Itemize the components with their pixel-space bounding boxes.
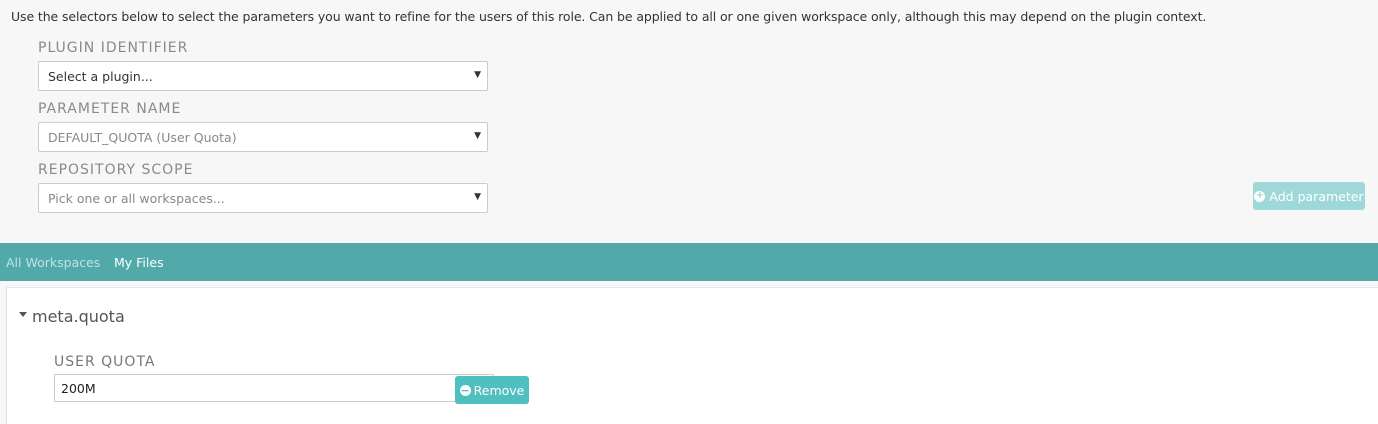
caret-down-icon: ▼ (474, 192, 481, 202)
remove-button[interactable]: − Remove (455, 376, 529, 404)
plugin-select[interactable]: Select a plugin... ▼ (38, 61, 488, 91)
add-parameter-label: Add parameter (1269, 188, 1364, 204)
minus-circle-icon: − (459, 383, 471, 397)
intro-text: Use the selectors below to select the pa… (11, 9, 1207, 24)
remove-label: Remove (473, 382, 525, 398)
plus-circle-icon: + (1254, 190, 1266, 202)
caret-down-icon: ▼ (474, 131, 481, 141)
caret-down-icon[interactable] (19, 312, 27, 317)
user-quota-label: USER QUOTA (54, 354, 156, 370)
parameters-panel: meta.quota USER QUOTA − Remove (6, 287, 1378, 424)
plugin-identifier-label: PLUGIN IDENTIFIER (38, 40, 189, 56)
repository-scope-label: REPOSITORY SCOPE (38, 162, 194, 178)
plugin-select-value: Select a plugin... (48, 69, 153, 84)
user-quota-input[interactable] (54, 374, 494, 402)
parameter-name-label: PARAMETER NAME (38, 101, 182, 117)
parameter-select-value: DEFAULT_QUOTA (User Quota) (48, 130, 237, 145)
add-parameter-button[interactable]: + Add parameter (1253, 182, 1365, 210)
caret-down-icon: ▼ (474, 70, 481, 80)
scope-select-value: Pick one or all workspaces... (48, 191, 225, 206)
group-title[interactable]: meta.quota (32, 307, 125, 326)
tab-all-workspaces[interactable]: All Workspaces (6, 255, 100, 270)
scope-select[interactable]: Pick one or all workspaces... ▼ (38, 183, 488, 213)
parameter-select[interactable]: DEFAULT_QUOTA (User Quota) ▼ (38, 122, 488, 152)
tab-my-files[interactable]: My Files (114, 255, 164, 270)
workspace-tabbar: All Workspaces My Files (0, 243, 1378, 281)
